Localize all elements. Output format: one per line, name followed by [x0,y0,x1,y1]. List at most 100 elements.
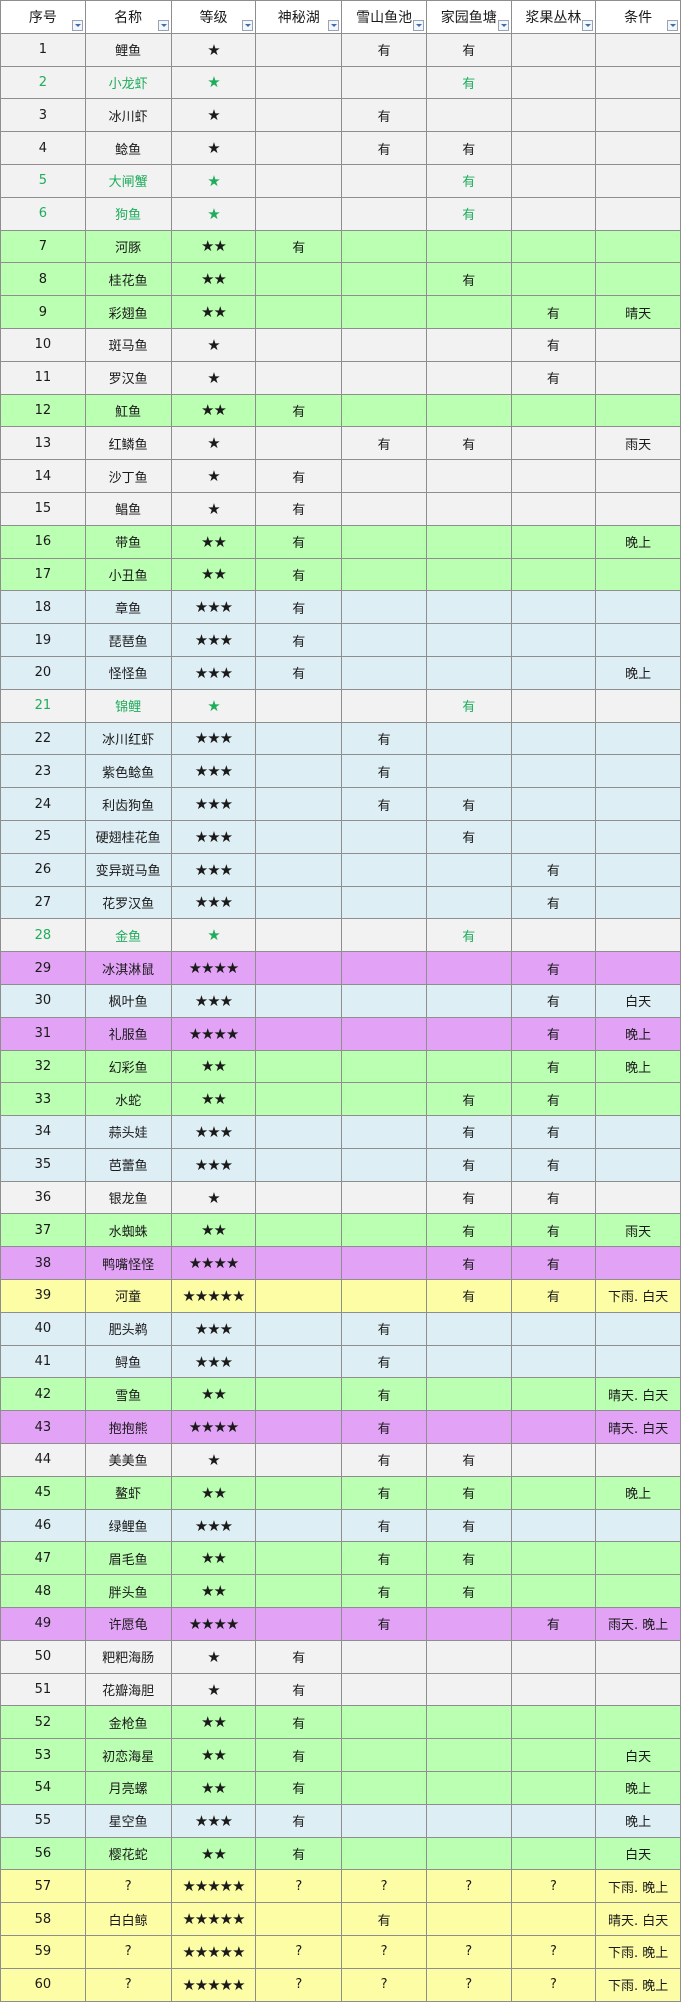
cell-name: 硬翅桂花鱼 [84,819,172,854]
cell-name: 琵琶鱼 [84,623,172,657]
table-row: 19 琵琶鱼 ★★★ 有 [0,623,681,657]
table-row: 46 绿鲤鱼 ★★★ 有有 [0,1508,681,1543]
cell-grade: ★★ [170,1049,257,1084]
cell-grade: ★★★★ [170,1410,257,1445]
table-row: 12 魟鱼 ★★ 有 [0,393,681,428]
cell-name: 小丑鱼 [84,557,172,592]
cell-mystery-lake [255,983,343,1018]
cell-mystery-lake [255,787,343,821]
cell-berry-jungle [510,459,597,493]
filter-dropdown-icon[interactable] [328,19,340,31]
cell-home-pond [425,1803,512,1838]
cell-grade: ★★★ [170,1311,257,1346]
filter-dropdown-icon[interactable] [71,19,83,31]
cell-condition: 晚上 [595,655,681,690]
cell-no: 6 [0,196,86,231]
cell-name: 冰淇淋鼠 [84,951,172,985]
cell-mystery-lake [255,688,343,723]
cell-condition [595,1541,681,1576]
cell-condition [595,65,681,100]
cell-name: 冰川虾 [84,98,172,133]
cell-grade: ★★★ [170,1803,257,1838]
cell-mystery-lake: 有 [255,623,343,657]
cell-condition: 雨天 [595,1213,681,1248]
cell-home-pond: 有 [425,1147,512,1182]
cell-condition [595,32,681,67]
table-row: 9 彩翅鱼 ★★ 有晴天 [0,295,681,329]
cell-berry-jungle [510,65,597,100]
cell-berry-jungle [510,1377,597,1412]
cell-condition: 白天 [595,1738,681,1773]
cell-no: 60 [0,1967,86,2002]
filter-dropdown-icon[interactable] [412,19,424,31]
cell-no: 9 [0,295,86,329]
table-row: 44 美美鱼 ★ 有有 [0,1443,681,1477]
cell-snow-pond: 有 [341,721,427,756]
cell-name: 狗鱼 [84,196,172,231]
cell-grade: ★ [170,98,257,133]
cell-home-pond [425,327,512,362]
cell-condition [595,1246,681,1281]
cell-home-pond [425,951,512,985]
table-row: 10 斑马鱼 ★ 有 [0,327,681,362]
cell-snow-pond: ? [341,1869,427,1904]
cell-mystery-lake [255,295,343,329]
cell-home-pond [425,623,512,657]
cell-home-pond [425,1344,512,1379]
cell-name: 枫叶鱼 [84,983,172,1018]
table-row: 52 金枪鱼 ★★ 有 [0,1705,681,1740]
cell-home-pond [425,1902,512,1937]
cell-snow-pond: 有 [341,1574,427,1609]
cell-name: 礼服鱼 [84,1016,172,1051]
table-row: 28 金鱼 ★ 有 [0,918,681,953]
header-label: 等级 [199,9,228,26]
cell-mystery-lake [255,1574,343,1609]
cell-berry-jungle: 有 [510,1607,597,1641]
cell-snow-pond: 有 [341,1344,427,1379]
cell-grade: ★ [170,196,257,231]
cell-grade: ★★ [170,524,257,559]
cell-condition: 晚上 [595,1016,681,1051]
filter-dropdown-icon[interactable] [497,19,509,31]
cell-berry-jungle: 有 [510,852,597,887]
cell-name: 雪鱼 [84,1377,172,1412]
cell-home-pond: ? [425,1869,512,1904]
cell-snow-pond: ? [341,1935,427,1969]
filter-dropdown-icon[interactable] [582,19,594,31]
cell-no: 8 [0,262,86,297]
cell-home-pond: 有 [425,1443,512,1477]
cell-grade: ★★ [170,1475,257,1510]
cell-mystery-lake: 有 [255,524,343,559]
cell-berry-jungle: ? [510,1935,597,1969]
cell-condition: 晚上 [595,1049,681,1084]
cell-berry-jungle [510,754,597,789]
cell-no: 57 [0,1869,86,1904]
cell-no: 38 [0,1246,86,1281]
table-row: 32 幻彩鱼 ★★ 有晚上 [0,1049,681,1084]
header-mystery-lake: 神秘湖 [255,0,343,34]
cell-condition: 白天 [595,983,681,1018]
cell-berry-jungle [510,98,597,133]
cell-grade: ★ [170,327,257,362]
cell-condition [595,1115,681,1149]
cell-condition: 晚上 [595,1803,681,1838]
cell-no: 41 [0,1344,86,1379]
cell-condition [595,951,681,985]
cell-berry-jungle [510,1344,597,1379]
cell-no: 24 [0,787,86,821]
filter-dropdown-icon[interactable] [242,19,254,31]
cell-snow-pond [341,951,427,985]
table-row: 17 小丑鱼 ★★ 有 [0,557,681,592]
cell-no: 40 [0,1311,86,1346]
cell-name: 小龙虾 [84,65,172,100]
cell-grade: ★★ [170,1705,257,1740]
cell-snow-pond [341,1147,427,1182]
filter-dropdown-icon[interactable] [667,19,678,31]
table-row: 33 水蛇 ★★ 有有 [0,1082,681,1117]
cell-snow-pond: 有 [341,32,427,67]
cell-condition [595,262,681,297]
cell-grade: ★★★ [170,983,257,1018]
cell-grade: ★★ [170,1377,257,1412]
cell-home-pond [425,1672,512,1707]
filter-dropdown-icon[interactable] [157,19,169,31]
